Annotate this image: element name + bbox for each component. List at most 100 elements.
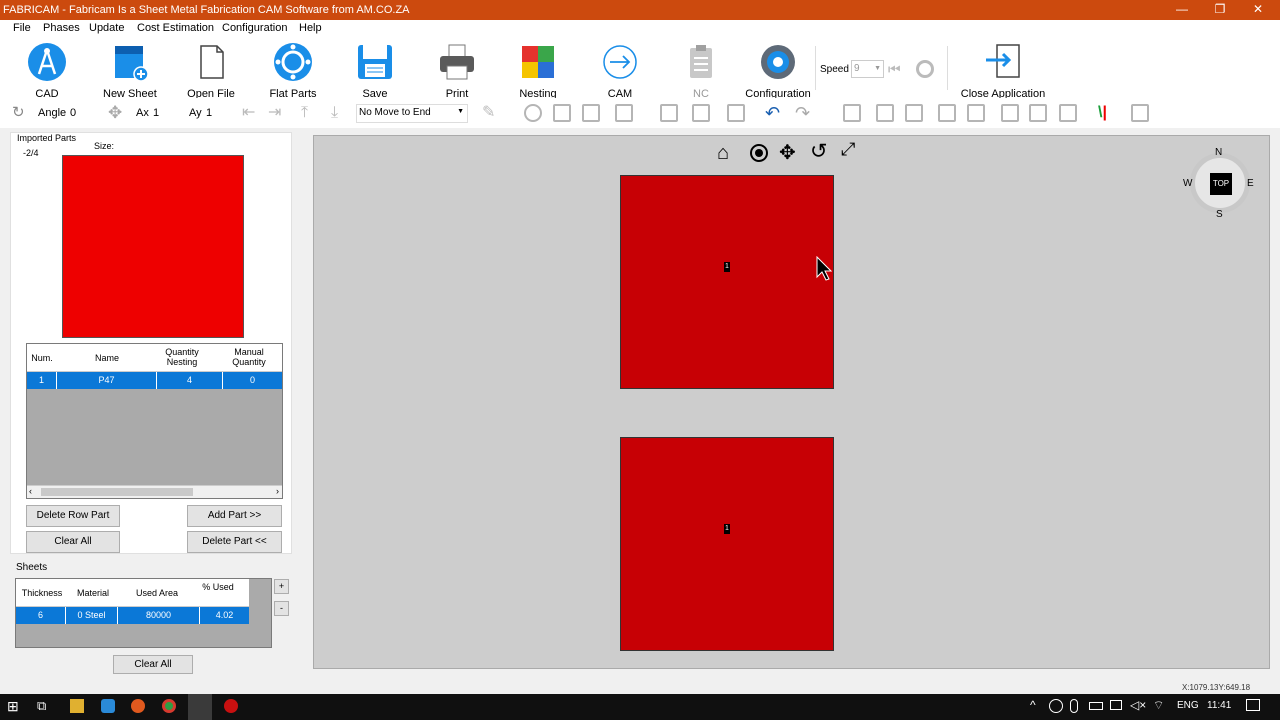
corner-icon[interactable]	[660, 104, 678, 122]
file-explorer-icon[interactable]	[70, 699, 84, 713]
home-icon[interactable]: ⌂	[717, 142, 729, 165]
ax-input[interactable]: 1	[153, 103, 181, 123]
speed-select[interactable]: 9 ▼	[851, 60, 884, 78]
compass-west: W	[1183, 178, 1193, 189]
add-part-button[interactable]: Add Part >>	[187, 505, 282, 527]
clear-all-parts-button[interactable]: Clear All	[26, 531, 120, 553]
horizontal-scrollbar[interactable]: ‹ ›	[27, 485, 282, 498]
delete-row-part-button[interactable]: Delete Row Part	[26, 505, 120, 527]
table-row[interactable]: 6 0 Steel 80000 4.02	[16, 607, 249, 624]
ay-label: Ay	[189, 107, 202, 119]
nesting-button[interactable]: Nesting	[513, 42, 563, 100]
undo-icon[interactable]: ↶	[765, 103, 780, 123]
delete-part-button[interactable]: Delete Part <<	[187, 531, 282, 553]
add-sheet-button[interactable]: +	[274, 579, 289, 594]
array-icon[interactable]	[582, 104, 600, 122]
minimize-button[interactable]: —	[1162, 0, 1202, 20]
delete-part-icon[interactable]	[905, 104, 923, 122]
menu-file[interactable]: File	[13, 22, 31, 34]
scroll-right-icon[interactable]: ›	[276, 486, 279, 496]
cad-button[interactable]: CAD	[22, 42, 72, 100]
configuration-button[interactable]: Configuration	[744, 42, 812, 100]
table-row[interactable]: 1 P47 4 0	[27, 372, 282, 389]
rotate-view-icon[interactable]: ↺	[810, 139, 828, 164]
nc-clipboard-icon	[681, 42, 721, 82]
export-icon[interactable]	[1131, 104, 1149, 122]
battery-icon[interactable]	[1089, 702, 1103, 710]
pan-icon[interactable]: ✥	[779, 140, 796, 165]
rotate-part-icon[interactable]	[876, 104, 894, 122]
remove-sheet-button[interactable]: -	[274, 601, 289, 616]
clock[interactable]: 11:41	[1207, 700, 1231, 711]
step-back-icon[interactable]: ⏮	[888, 60, 906, 78]
split-icon[interactable]	[692, 104, 710, 122]
windows-start-icon[interactable]: ⊞	[7, 699, 21, 713]
language-indicator[interactable]: ENG	[1177, 700, 1199, 711]
telegram-icon[interactable]	[101, 699, 115, 713]
pencil-icon[interactable]: ✎	[482, 103, 495, 123]
align-icon[interactable]	[843, 104, 861, 122]
scroll-thumb[interactable]	[41, 488, 193, 496]
print-button[interactable]: Print	[432, 42, 482, 100]
move-up-icon[interactable]: ⤒	[301, 103, 308, 123]
angle-input[interactable]: 0	[70, 103, 98, 123]
move-down-icon[interactable]: ⤓	[331, 103, 338, 123]
rotate-icon[interactable]: ↻	[12, 103, 25, 123]
open-file-button[interactable]: Open File	[186, 42, 236, 100]
chrome-icon[interactable]	[162, 699, 176, 713]
task-view-icon[interactable]: ⧉	[37, 699, 51, 713]
tray-app-icon[interactable]	[1049, 699, 1063, 713]
nc-delete-icon[interactable]	[615, 104, 633, 122]
nc-button[interactable]: NC	[676, 42, 726, 100]
cam-button[interactable]: CAM	[595, 42, 645, 100]
close-window-button[interactable]: ✕	[1238, 0, 1278, 20]
notifications-icon[interactable]	[1246, 699, 1260, 711]
maximize-button[interactable]: ❐	[1200, 0, 1240, 20]
nested-part[interactable]: 1	[620, 175, 834, 389]
firefox-icon[interactable]	[131, 699, 145, 713]
stop-icon[interactable]	[916, 60, 934, 78]
view-compass[interactable]: TOP	[1190, 153, 1250, 213]
redo-icon[interactable]: ↷	[795, 103, 810, 123]
move-mode-select[interactable]: No Move to End ▼	[356, 104, 468, 123]
recorder-icon[interactable]	[224, 699, 238, 713]
new-sheet-button[interactable]: New Sheet	[103, 42, 157, 100]
network-icon[interactable]	[1110, 700, 1122, 710]
menu-update[interactable]: Update	[89, 22, 124, 34]
compass-top-button[interactable]: TOP	[1210, 173, 1232, 195]
move-icon[interactable]: ✥	[108, 103, 122, 123]
scroll-left-icon[interactable]: ‹	[29, 486, 32, 496]
move-left-icon[interactable]: ⇤	[242, 103, 255, 123]
flat-parts-button[interactable]: Flat Parts	[268, 42, 318, 100]
move-right-icon[interactable]: ⇥	[268, 103, 281, 123]
menu-configuration[interactable]: Configuration	[222, 22, 287, 34]
frame-icon[interactable]	[1001, 104, 1019, 122]
add-circle-icon[interactable]	[524, 104, 542, 122]
volume-icon[interactable]: ◁×	[1130, 698, 1146, 712]
drawing-viewport[interactable]: ⌂ ✥ ↺ ⤢ 1 1 TOP N S E W	[313, 135, 1270, 669]
branch-icon[interactable]	[727, 104, 745, 122]
green-red-tool-icon[interactable]: \|	[1098, 103, 1107, 123]
cam-arrow-icon	[600, 42, 640, 82]
fullscreen-icon[interactable]: ⤢	[841, 139, 855, 160]
cross-icon[interactable]	[967, 104, 985, 122]
microphone-icon[interactable]	[1070, 699, 1078, 713]
mirror-icon[interactable]	[553, 104, 571, 122]
menu-phases[interactable]: Phases	[43, 22, 80, 34]
clear-box-icon[interactable]	[1059, 104, 1077, 122]
orbit-icon[interactable]	[750, 144, 768, 162]
close-application-button[interactable]: Close Application	[960, 42, 1046, 100]
save-button[interactable]: Save	[350, 42, 400, 100]
menu-cost-estimation[interactable]: Cost Estimation	[137, 22, 214, 34]
tray-chevron-icon[interactable]: ^	[1030, 698, 1036, 712]
menu-help[interactable]: Help	[299, 22, 322, 34]
wifi-icon[interactable]: ⌔	[1153, 698, 1164, 713]
sheets-table[interactable]: Thickness Material Used Area % Used 6 0 …	[15, 578, 272, 648]
clear-all-sheets-button[interactable]: Clear All	[113, 655, 193, 674]
fabricam-taskbar-icon[interactable]	[188, 694, 212, 720]
ay-input[interactable]: 1	[206, 103, 234, 123]
parts-table[interactable]: Num. Name Quantity Nesting Manual Quanti…	[26, 343, 283, 499]
bridge-icon[interactable]	[938, 104, 956, 122]
corner-l-icon[interactable]	[1029, 104, 1047, 122]
nested-part[interactable]: 1	[620, 437, 834, 651]
